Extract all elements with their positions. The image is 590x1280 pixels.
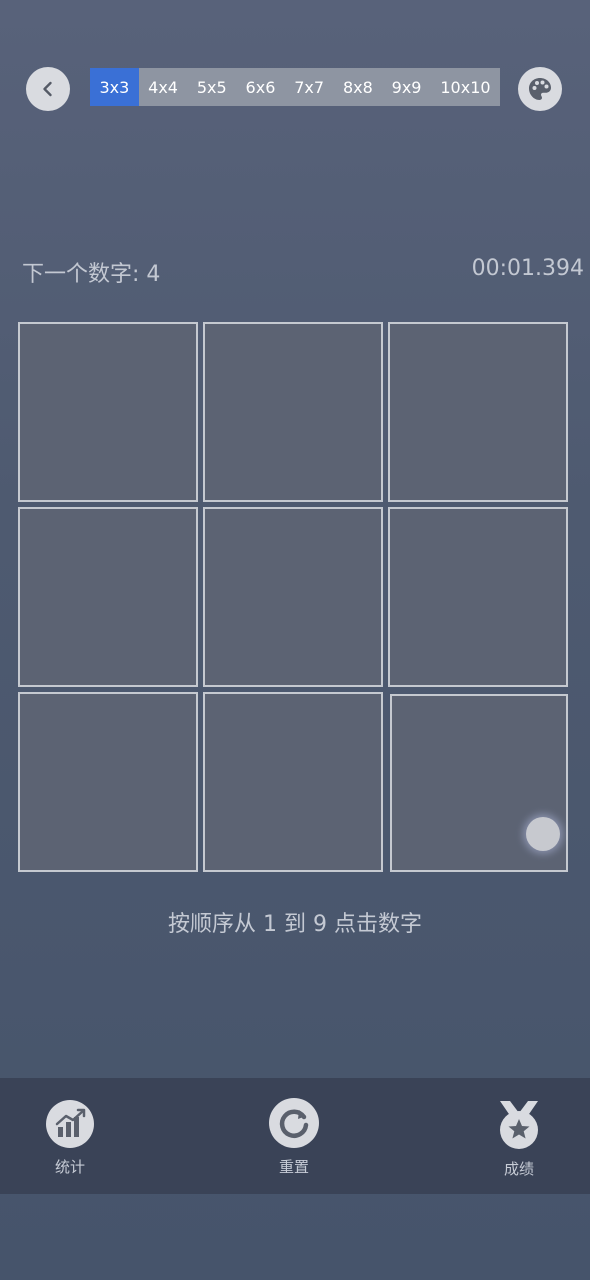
stats-label: 统计 bbox=[54, 1158, 85, 1176]
touch-indicator bbox=[526, 817, 560, 851]
grid-cell[interactable] bbox=[18, 322, 198, 502]
grid-size-tabs: 3x3 4x4 5x5 6x6 7x7 8x8 9x9 10x10 bbox=[90, 68, 500, 106]
tab-8x8[interactable]: 8x8 bbox=[334, 68, 383, 106]
tab-5x5[interactable]: 5x5 bbox=[187, 68, 236, 106]
grid-cell[interactable] bbox=[388, 322, 568, 502]
bottom-nav: 统计 重置 成绩 bbox=[0, 1078, 590, 1194]
medal-icon bbox=[500, 1101, 538, 1149]
tab-6x6[interactable]: 6x6 bbox=[236, 68, 285, 106]
palette-icon bbox=[529, 78, 551, 100]
tab-10x10[interactable]: 10x10 bbox=[431, 68, 500, 106]
reset-button[interactable]: 重置 bbox=[244, 1098, 344, 1177]
instruction-text: 按顺序从 1 到 9 点击数字 bbox=[168, 912, 422, 937]
tab-4x4[interactable]: 4x4 bbox=[139, 68, 188, 106]
top-bar: 3x3 4x4 5x5 6x6 7x7 8x8 9x9 10x10 bbox=[0, 0, 590, 180]
timer: 00:01.394 bbox=[471, 256, 584, 281]
reset-label: 重置 bbox=[278, 1158, 309, 1176]
grid-cell[interactable] bbox=[388, 507, 568, 687]
chart-icon bbox=[46, 1100, 94, 1148]
tab-3x3[interactable]: 3x3 bbox=[90, 68, 139, 106]
scores-label: 成绩 bbox=[503, 1160, 534, 1178]
chevron-left-icon bbox=[43, 81, 52, 97]
grid-cell[interactable] bbox=[203, 692, 383, 872]
status-row: 下一个数字: 4 00:01.394 bbox=[0, 252, 590, 292]
grid-cell[interactable] bbox=[18, 692, 198, 872]
tab-7x7[interactable]: 7x7 bbox=[285, 68, 334, 106]
stats-button[interactable]: 统计 bbox=[20, 1100, 120, 1177]
grid-cell[interactable] bbox=[203, 507, 383, 687]
back-button[interactable] bbox=[26, 67, 70, 111]
next-number-label: 下一个数字: 4 bbox=[22, 262, 161, 287]
scores-button[interactable]: 成绩 bbox=[469, 1100, 569, 1179]
grid-cell[interactable] bbox=[18, 507, 198, 687]
theme-button[interactable] bbox=[518, 67, 562, 111]
refresh-icon bbox=[269, 1098, 319, 1148]
tab-9x9[interactable]: 9x9 bbox=[382, 68, 431, 106]
number-grid bbox=[18, 322, 573, 877]
grid-cell[interactable] bbox=[203, 322, 383, 502]
